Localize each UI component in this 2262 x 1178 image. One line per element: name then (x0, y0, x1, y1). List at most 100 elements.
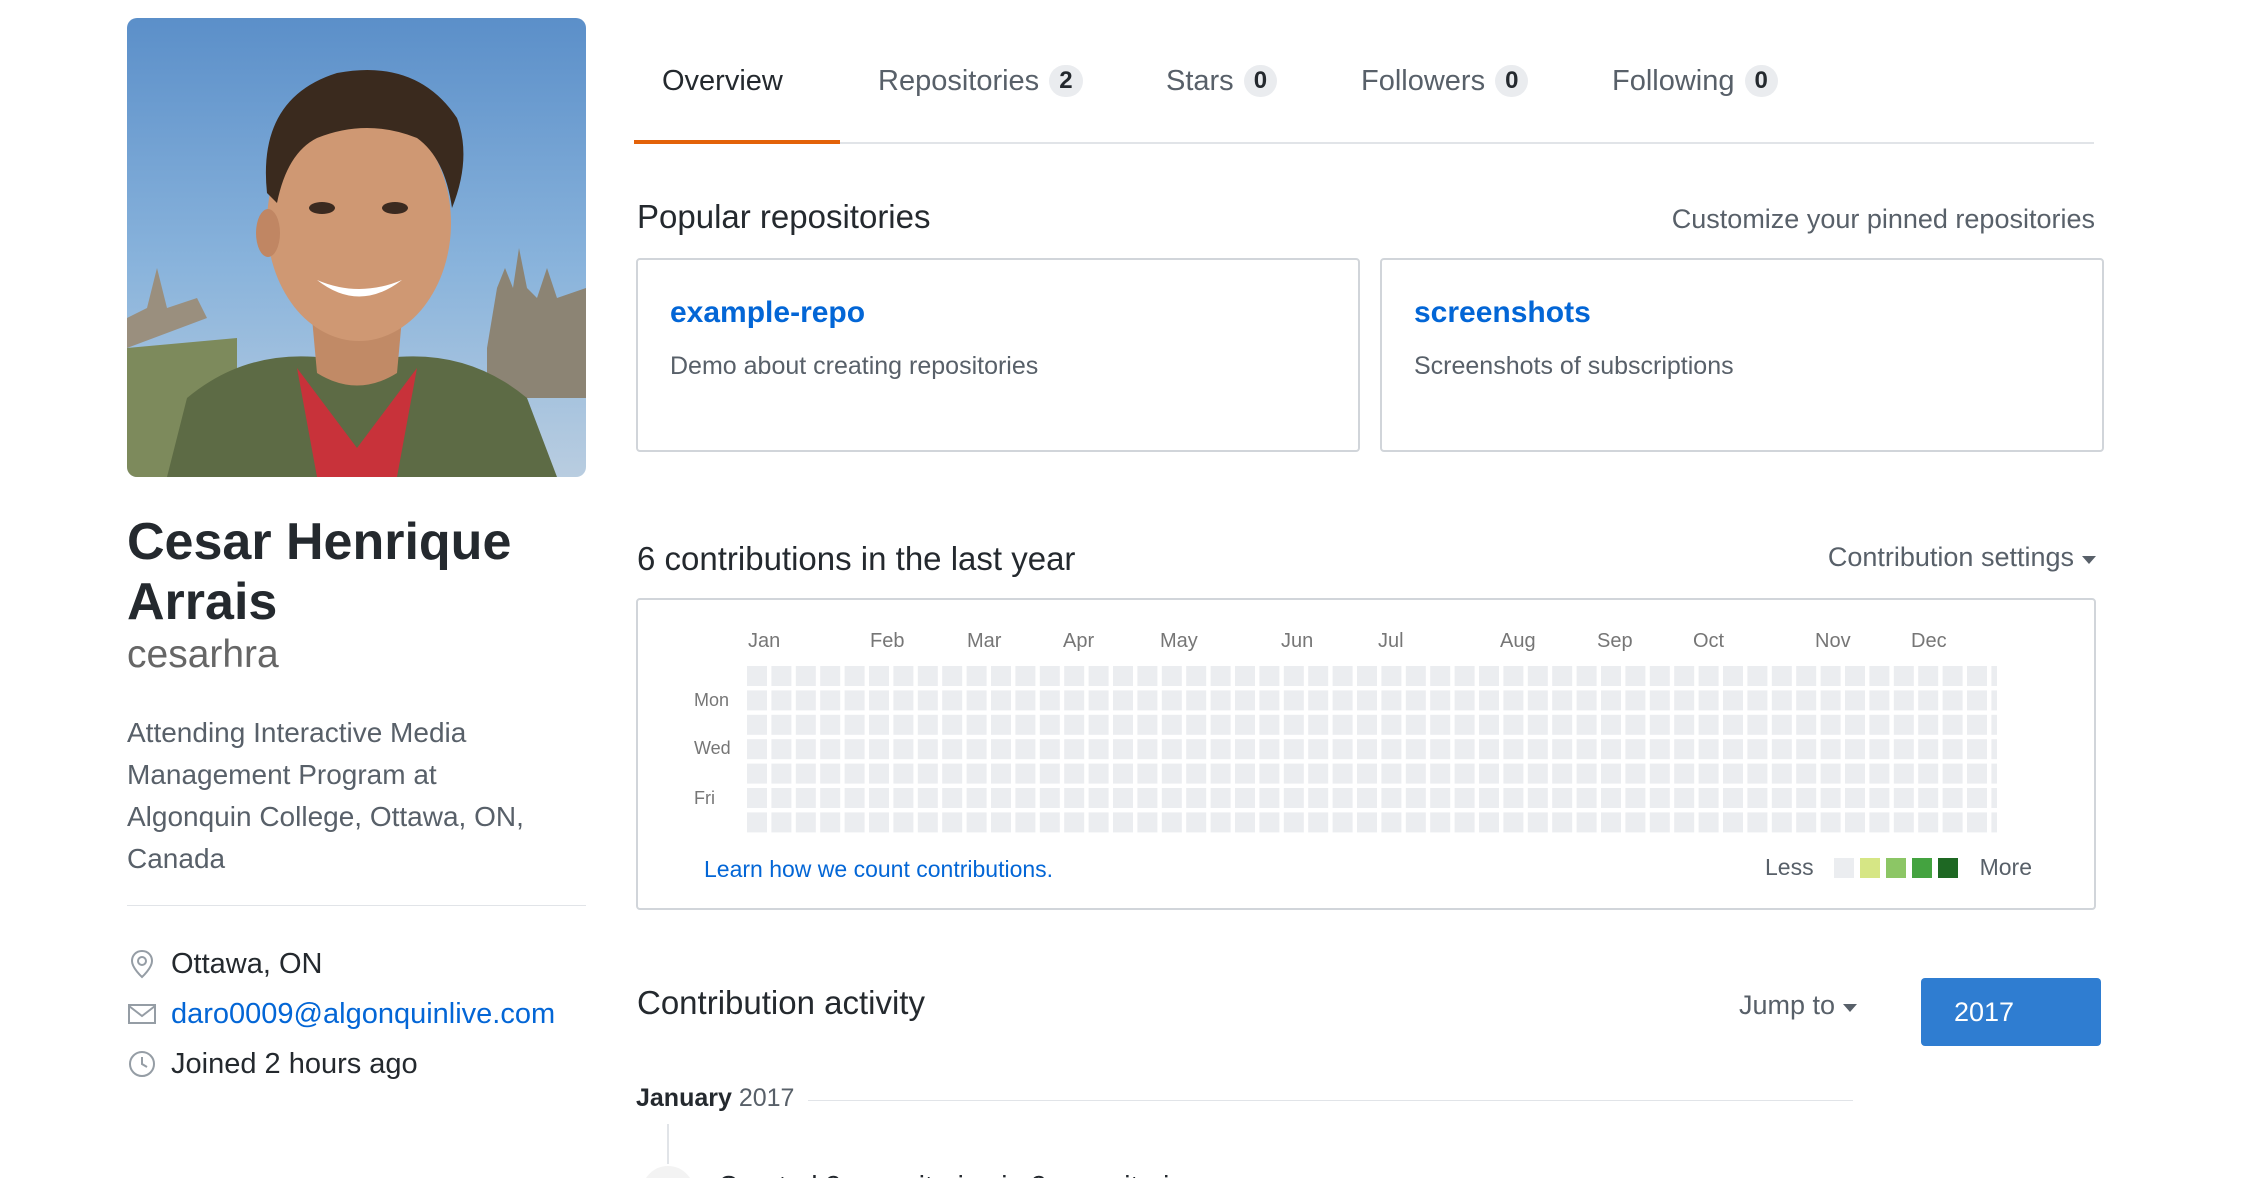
contribution-day-cell[interactable] (1820, 788, 1841, 808)
contribution-day-cell[interactable] (966, 666, 987, 686)
activity-item-summary[interactable]: Created 2 repositories in 2 repositories (718, 1170, 1199, 1178)
contribution-day-cell[interactable] (1820, 666, 1841, 686)
contribution-day-cell[interactable] (1771, 788, 1792, 808)
contribution-day-cell[interactable] (1137, 739, 1158, 760)
contribution-day-cell[interactable] (1918, 788, 1939, 808)
contribution-day-cell[interactable] (1893, 690, 1914, 711)
contribution-day-cell[interactable] (1161, 690, 1182, 711)
contribution-day-cell[interactable] (1576, 812, 1597, 833)
tab-repositories[interactable]: Repositories 2 (878, 58, 1083, 104)
contribution-day-cell[interactable] (820, 763, 841, 784)
contribution-day-cell[interactable] (1796, 739, 1817, 760)
contribution-day-cell[interactable] (1308, 690, 1329, 711)
contribution-day-cell[interactable] (869, 812, 889, 833)
contribution-day-cell[interactable] (1113, 763, 1133, 784)
contribution-day-cell[interactable] (1967, 788, 1987, 808)
contribution-day-cell[interactable] (1796, 666, 1817, 686)
contribution-day-cell[interactable] (1235, 812, 1255, 833)
contribution-day-cell[interactable] (1479, 812, 1499, 833)
contribution-day-cell[interactable] (1967, 714, 1987, 735)
contribution-day-cell[interactable] (1552, 788, 1573, 808)
contribution-day-cell[interactable] (1918, 739, 1939, 760)
contribution-day-cell[interactable] (1625, 690, 1646, 711)
contribution-day-cell[interactable] (1601, 788, 1621, 808)
customize-pinned-link[interactable]: Customize your pinned repositories (1672, 204, 2095, 235)
contribution-day-cell[interactable] (1649, 763, 1670, 784)
contribution-day-cell[interactable] (966, 788, 987, 808)
contribution-day-cell[interactable] (1186, 739, 1207, 760)
contribution-day-cell[interactable] (1674, 812, 1695, 833)
contribution-day-cell[interactable] (771, 666, 792, 686)
contribution-day-cell[interactable] (1064, 739, 1085, 760)
contribution-day-cell[interactable] (1576, 739, 1597, 760)
contribution-day-cell[interactable] (1918, 714, 1939, 735)
contribution-day-cell[interactable] (1088, 812, 1109, 833)
contribution-day-cell[interactable] (1942, 666, 1963, 686)
contribution-day-cell[interactable] (942, 714, 963, 735)
contribution-day-cell[interactable] (1991, 690, 1997, 711)
contribution-day-cell[interactable] (795, 739, 816, 760)
contribution-day-cell[interactable] (747, 788, 767, 808)
contribution-day-cell[interactable] (820, 666, 841, 686)
contribution-day-cell[interactable] (1479, 714, 1499, 735)
contribution-day-cell[interactable] (1576, 666, 1597, 686)
contribution-day-cell[interactable] (917, 666, 938, 686)
contribution-day-cell[interactable] (991, 739, 1011, 760)
contribution-day-cell[interactable] (1918, 690, 1939, 711)
contribution-day-cell[interactable] (820, 812, 841, 833)
contribution-day-cell[interactable] (1161, 788, 1182, 808)
contribution-day-cell[interactable] (771, 788, 792, 808)
contribution-day-cell[interactable] (1454, 714, 1475, 735)
contribution-day-cell[interactable] (820, 714, 841, 735)
contribution-day-cell[interactable] (1649, 690, 1670, 711)
contribution-settings-dropdown[interactable]: Contribution settings (1828, 542, 2096, 573)
contribution-day-cell[interactable] (1771, 714, 1792, 735)
contribution-day-cell[interactable] (1405, 666, 1426, 686)
contribution-day-cell[interactable] (1967, 739, 1987, 760)
contribution-day-cell[interactable] (1723, 714, 1743, 735)
contribution-day-cell[interactable] (1527, 714, 1548, 735)
contribution-day-cell[interactable] (844, 788, 865, 808)
contribution-day-cell[interactable] (1527, 666, 1548, 686)
contribution-day-cell[interactable] (1869, 812, 1890, 833)
contribution-day-cell[interactable] (1869, 690, 1890, 711)
contribution-day-cell[interactable] (1845, 739, 1865, 760)
contribution-day-cell[interactable] (1454, 690, 1475, 711)
contribution-day-cell[interactable] (1991, 714, 1997, 735)
contribution-day-cell[interactable] (1747, 714, 1768, 735)
contribution-day-cell[interactable] (1991, 666, 1997, 686)
contribution-day-cell[interactable] (991, 812, 1011, 833)
contribution-day-cell[interactable] (1552, 714, 1573, 735)
contribution-day-cell[interactable] (1088, 666, 1109, 686)
contribution-day-cell[interactable] (893, 690, 914, 711)
contribution-day-cell[interactable] (1015, 666, 1036, 686)
contribution-day-cell[interactable] (1210, 763, 1231, 784)
vcard-email[interactable]: daro0009@algonquinlive.com (127, 994, 555, 1034)
year-2017-button[interactable]: 2017 (1921, 978, 2101, 1046)
contribution-day-cell[interactable] (1893, 763, 1914, 784)
contribution-day-cell[interactable] (1479, 666, 1499, 686)
contribution-day-cell[interactable] (1771, 666, 1792, 686)
contribution-day-cell[interactable] (1332, 714, 1353, 735)
contribution-day-cell[interactable] (1967, 690, 1987, 711)
contribution-day-cell[interactable] (1942, 763, 1963, 784)
contribution-day-cell[interactable] (844, 763, 865, 784)
contribution-day-cell[interactable] (1869, 788, 1890, 808)
contribution-day-cell[interactable] (1283, 666, 1304, 686)
contribution-day-cell[interactable] (844, 739, 865, 760)
contribution-day-cell[interactable] (1527, 812, 1548, 833)
contribution-day-cell[interactable] (1210, 690, 1231, 711)
contribution-day-cell[interactable] (1039, 763, 1060, 784)
contribution-day-cell[interactable] (1576, 763, 1597, 784)
contribution-day-cell[interactable] (1210, 714, 1231, 735)
contribution-day-cell[interactable] (795, 666, 816, 686)
contribution-day-cell[interactable] (1039, 714, 1060, 735)
contribution-day-cell[interactable] (1015, 812, 1036, 833)
contribution-day-cell[interactable] (1601, 714, 1621, 735)
contribution-day-cell[interactable] (893, 788, 914, 808)
contribution-day-cell[interactable] (1845, 666, 1865, 686)
contribution-day-cell[interactable] (1771, 763, 1792, 784)
contribution-day-cell[interactable] (1210, 666, 1231, 686)
contribution-day-cell[interactable] (1576, 788, 1597, 808)
contribution-day-cell[interactable] (1747, 763, 1768, 784)
